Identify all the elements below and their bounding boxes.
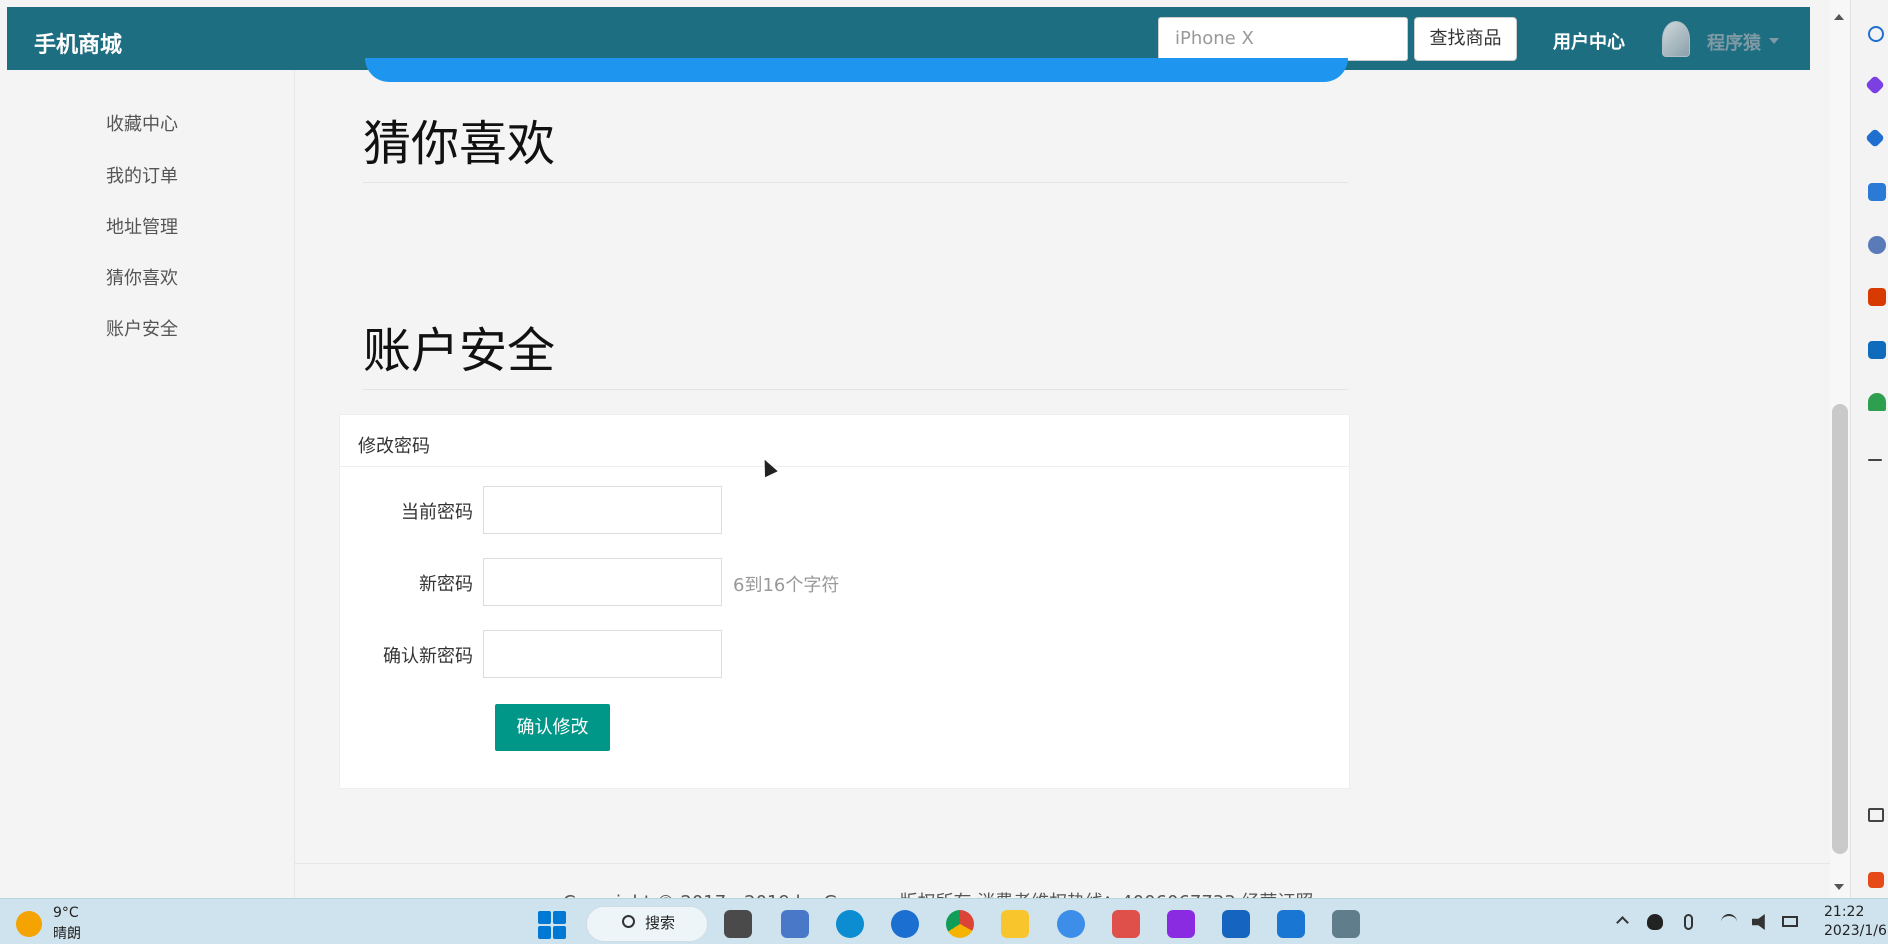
brand-logo[interactable]: 手机商城 — [34, 27, 122, 59]
edge-icon[interactable] — [836, 910, 864, 938]
sidebar-toggle-icon[interactable] — [1868, 808, 1884, 822]
panel-header: 修改密码 — [340, 415, 1349, 467]
network-app-icon[interactable] — [1332, 910, 1360, 938]
sidebar-item-addresses[interactable]: 地址管理 — [106, 213, 178, 239]
presentation-icon[interactable] — [1112, 910, 1140, 938]
new-password-hint: 6到16个字符 — [733, 575, 840, 596]
search-icon[interactable] — [1868, 26, 1884, 42]
divider — [363, 389, 1348, 390]
task-view-icon[interactable] — [724, 910, 752, 938]
new-password-input[interactable] — [483, 558, 722, 606]
battery-icon[interactable] — [1782, 916, 1798, 927]
scroll-down-icon[interactable] — [1834, 884, 1844, 890]
panel-title: 修改密码 — [358, 436, 430, 457]
ie-icon[interactable] — [891, 910, 919, 938]
app-icon[interactable] — [1057, 910, 1085, 938]
footer-copyright: Copyright © 2017 - 2019 by Gaoyu - 版权所有 … — [563, 888, 1313, 898]
scrollbar-thumb[interactable] — [1832, 404, 1848, 854]
wifi-icon[interactable] — [1721, 914, 1737, 930]
weather-temperature[interactable]: 9°C — [53, 905, 79, 921]
clock-date[interactable]: 2023/1/6 — [1824, 923, 1887, 939]
intellij-icon[interactable] — [1167, 910, 1195, 938]
footer-divider — [295, 863, 1850, 864]
confirm-password-input[interactable] — [483, 630, 722, 678]
pc-manager-icon[interactable] — [781, 910, 809, 938]
tools-icon[interactable] — [1868, 183, 1886, 201]
scroll-up-icon[interactable] — [1834, 14, 1844, 20]
divider — [363, 182, 1348, 183]
sidebar-item-recommend[interactable]: 猜你喜欢 — [106, 264, 178, 290]
windows-taskbar: 9°C 晴朗 搜索 21:22 2023/1/6 — [0, 898, 1888, 944]
clock-time[interactable]: 21:22 — [1824, 904, 1864, 920]
microphone-icon[interactable] — [1684, 914, 1693, 930]
windows-start-icon[interactable] — [538, 911, 566, 939]
browser-viewport: 手机商城 iPhone X 查找商品 用户中心 程序猿 收藏中心 我的订单 地址… — [0, 0, 1850, 898]
add-icon[interactable] — [1868, 459, 1882, 461]
weather-description[interactable]: 晴朗 — [53, 923, 81, 943]
new-password-label: 新密码 — [419, 574, 473, 595]
moon-icon[interactable] — [16, 911, 42, 937]
notepad-icon[interactable] — [1222, 910, 1250, 938]
tree-icon[interactable] — [1868, 393, 1886, 411]
taskbar-search-label: 搜索 — [645, 914, 676, 932]
current-password-input[interactable] — [483, 486, 722, 534]
people-icon[interactable] — [1868, 236, 1886, 254]
change-password-panel: 修改密码 当前密码 新密码 6到16个字符 确认新密码 确认修改 — [339, 414, 1350, 789]
confirm-password-label: 确认新密码 — [383, 646, 473, 667]
chevron-up-icon[interactable] — [1616, 916, 1629, 929]
section-title-security: 账户安全 — [363, 323, 556, 379]
username-dropdown[interactable]: 程序猿 — [1707, 29, 1761, 55]
sidebar: 收藏中心 我的订单 地址管理 猜你喜欢 账户安全 — [0, 70, 295, 898]
sidebar-item-orders[interactable]: 我的订单 — [106, 162, 178, 188]
confirm-change-button[interactable]: 确认修改 — [495, 704, 610, 751]
avatar[interactable] — [1662, 21, 1690, 57]
section-title-recommend: 猜你喜欢 — [363, 116, 556, 172]
search-input[interactable]: iPhone X — [1158, 17, 1408, 61]
sidebar-item-favorites[interactable]: 收藏中心 — [106, 110, 178, 136]
chrome-icon[interactable] — [946, 910, 974, 938]
search-button[interactable]: 查找商品 — [1414, 17, 1517, 61]
banner-strip — [365, 58, 1348, 82]
user-center-link[interactable]: 用户中心 — [1553, 28, 1625, 54]
chevron-down-icon[interactable] — [1769, 38, 1779, 44]
sidebar-item-security[interactable]: 账户安全 — [106, 315, 178, 341]
file-explorer-icon[interactable] — [1001, 910, 1029, 938]
volume-icon[interactable] — [1752, 914, 1765, 930]
phone-link-icon[interactable] — [1277, 910, 1305, 938]
search-icon — [622, 915, 635, 928]
qq-icon[interactable] — [1647, 914, 1663, 930]
settings-icon[interactable] — [1868, 872, 1884, 888]
outlook-icon[interactable] — [1868, 341, 1886, 359]
current-password-label: 当前密码 — [401, 502, 473, 523]
office-icon[interactable] — [1868, 288, 1886, 306]
